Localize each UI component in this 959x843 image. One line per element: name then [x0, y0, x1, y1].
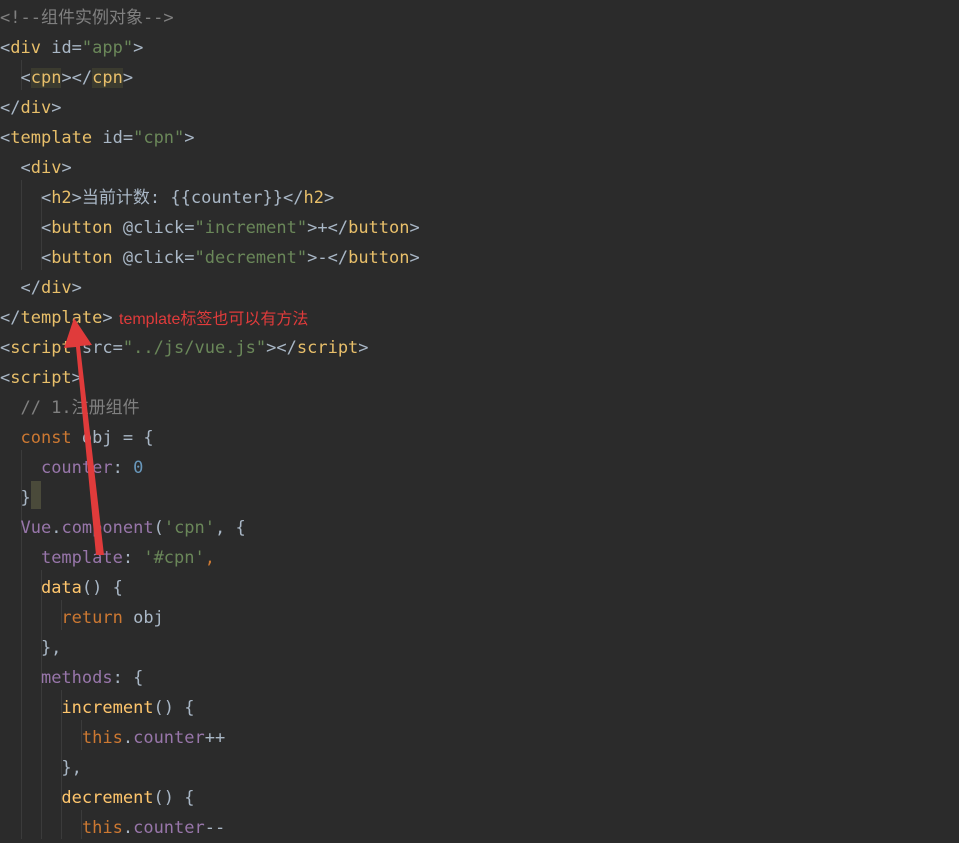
code-editor[interactable]: <!--组件实例对象--> <div id="app"> <cpn></cpn> <… — [0, 0, 959, 839]
arrow-shape — [64, 318, 104, 555]
annotation-arrow-icon — [64, 318, 104, 555]
